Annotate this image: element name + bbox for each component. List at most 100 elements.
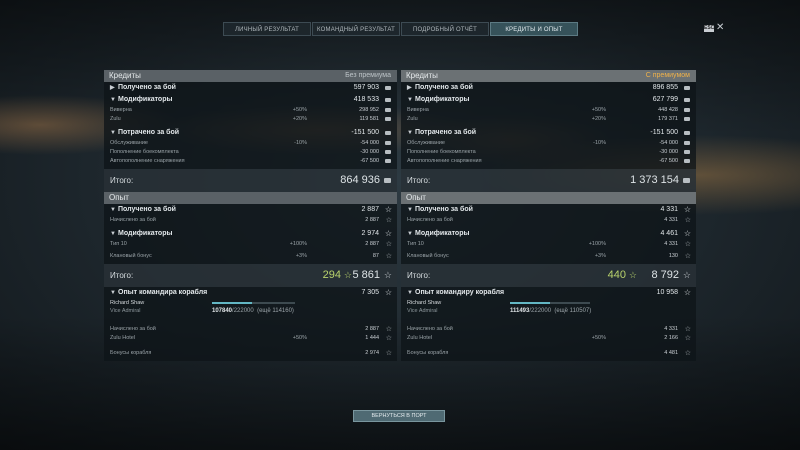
star-icon: ☆ [683,205,691,214]
xp-modifiers-label: Модификаторы [118,230,173,237]
commander-block: ▼ Опыт командира корабля 7 305 ☆ Richard… [104,287,397,361]
star-icon: ☆ [385,217,392,224]
earned-row[interactable]: ▶ Получено за бой 896 855 [401,82,696,94]
earned-row[interactable]: ▶ Получено за бой 597 903 [104,82,397,94]
item-value: 4 331 [664,241,678,247]
star-icon: ☆ [385,326,392,333]
xp-earned-row[interactable]: ▼ Получено за бой 2 887 ☆ [104,204,397,216]
xp-modifiers-row[interactable]: ▼ Модификаторы 2 974 ☆ [104,228,397,240]
credits-icon [384,178,391,183]
star-icon: ☆ [684,350,691,357]
list-item: Клановый бонус +3% 130 ☆ [401,252,696,261]
list-item: Zulu Hotel +50% 1 444 ☆ [104,334,397,343]
total-value: 1 373 154 [630,174,679,186]
modifiers-label: Модификаторы [118,96,173,103]
commander-xp-value: 10 958 [656,289,678,296]
commander-xp-row[interactable]: ▼ Опыт командира корабля 7 305 ☆ [104,287,397,299]
item-label: Бонусы корабля [110,350,152,356]
credits-icon [683,178,690,183]
free-xp-value: 294 [322,269,341,281]
item-label: Пополнение боекомплекта [407,149,476,155]
xp-earned-row[interactable]: ▼ Получено за бой 4 331 ☆ [401,204,696,216]
credits-icon [385,98,391,102]
tab-credits-xp[interactable]: КРЕДИТЫ И ОПЫТ [490,22,578,36]
chevron-down-icon: ▼ [110,97,116,103]
item-value: 448 428 [658,107,678,113]
tab-detailed-report[interactable]: ПОДРОБНЫЙ ОТЧЁТ [401,22,489,36]
credits-icon [684,159,690,163]
commander-xp-max: /222000 [232,308,254,314]
spent-value: -151 500 [650,129,678,136]
commander-xp-label: Опыт командиру корабля [415,289,505,296]
commander-info: Richard Shaw Vice Admiral 107840/222000 … [104,299,397,325]
credits-icon [385,150,391,154]
modifiers-label: Модификаторы [415,96,470,103]
star-icon: ☆ [385,335,392,342]
item-value: 2 974 [365,350,379,356]
total-label: Итого: [110,271,134,280]
spent-row[interactable]: ▼ Потрачено за бой -151 500 [104,127,397,139]
star-icon: ☆ [385,241,392,248]
item-label: Начислено за бой [407,326,453,332]
star-icon: ☆ [684,217,691,224]
commander-xp-left: (ещё 114160) [257,308,294,314]
star-icon: ☆ [684,335,691,342]
credits-icon [385,86,391,90]
list-item: Zulu Hotel +50% 2 166 ☆ [401,334,696,343]
earned-label: Получено за бой [118,84,176,91]
list-item: Обслуживание -10% -54 000 [401,139,696,148]
list-item: Автопополнение снаряжения -67 500 [104,157,397,166]
item-label: Пополнение боекомплекта [110,149,179,155]
commander-xp-max: /222000 [529,308,552,314]
commander-progress-bar [510,302,551,304]
commander-xp-label: Опыт командира корабля [118,289,208,296]
column-no-premium: Кредиты Без премиума ▶ Получено за бой 5… [104,70,397,361]
chevron-down-icon: ▼ [407,290,413,296]
list-item: Начислено за бой 2 887 ☆ [104,325,397,334]
item-value: -67 500 [360,158,379,164]
credits-header-label: Кредиты [109,71,141,80]
item-value: 87 [372,253,379,259]
chevron-down-icon: ▼ [407,130,413,136]
credits-icon [684,98,690,102]
commander-xp-value: 7 305 [361,289,379,296]
credits-icon [385,117,391,121]
commander-rank: Vice Admiral [110,308,141,314]
star-icon: ☆ [684,241,691,248]
item-percent: +3% [594,253,606,259]
column-premium: Кредиты С премиумом ▶ Получено за бой 89… [401,70,696,361]
list-item: Бонусы корабля 2 974 ☆ [104,349,397,358]
chevron-down-icon: ▼ [407,97,413,103]
credits-total: Итого: 1 373 154 [401,169,696,192]
commander-xp-row[interactable]: ▼ Опыт командиру корабля 10 958 ☆ [401,287,696,299]
item-label: Виверна [110,107,132,113]
credits-icon [684,117,690,121]
xp-modifiers-row[interactable]: ▼ Модификаторы 4 461 ☆ [401,228,696,240]
chevron-down-icon: ▼ [110,207,116,213]
spent-row[interactable]: ▼ Потрачено за бой -151 500 [401,127,696,139]
item-value: 4 481 [664,350,678,356]
return-to-port-button[interactable]: ВЕРНУТЬСЯ В ПОРТ [353,410,445,422]
commander-xp-current: 107840 [212,308,233,314]
commander-xp-left: (ещё 110507) [554,308,592,314]
tab-personal-result[interactable]: ЛИЧНЫЙ РЕЗУЛЬТАТ [223,22,311,36]
xp-earned-value: 2 887 [361,206,379,213]
free-xp-star-icon: ☆ [343,270,352,280]
list-item: Тип 10 +100% 2 887 ☆ [104,240,397,249]
modifiers-value: 418 533 [353,96,379,103]
star-icon: ☆ [684,253,691,260]
star-icon: ☆ [384,288,392,297]
item-value: 1 444 [365,335,379,341]
list-item: Виверна +50% 448 428 [401,106,696,115]
modifiers-row[interactable]: ▼ Модификаторы 418 533 [104,94,397,106]
total-label: Итого: [407,271,431,280]
modifiers-row[interactable]: ▼ Модификаторы 627 799 [401,94,696,106]
tab-team-result[interactable]: КОМАНДНЫЙ РЕЗУЛЬТАТ [312,22,400,36]
close-icon[interactable]: ✕ [716,22,724,34]
total-value: 8 792 [651,269,679,281]
item-label: Бонусы корабля [407,350,449,356]
xp-earned-label: Получено за бой [415,206,473,213]
xp-block: ▼ Получено за бой 4 331 ☆ Начислено за б… [401,204,696,264]
star-icon: ☆ [385,350,392,357]
xp-header: Опыт [401,192,696,204]
